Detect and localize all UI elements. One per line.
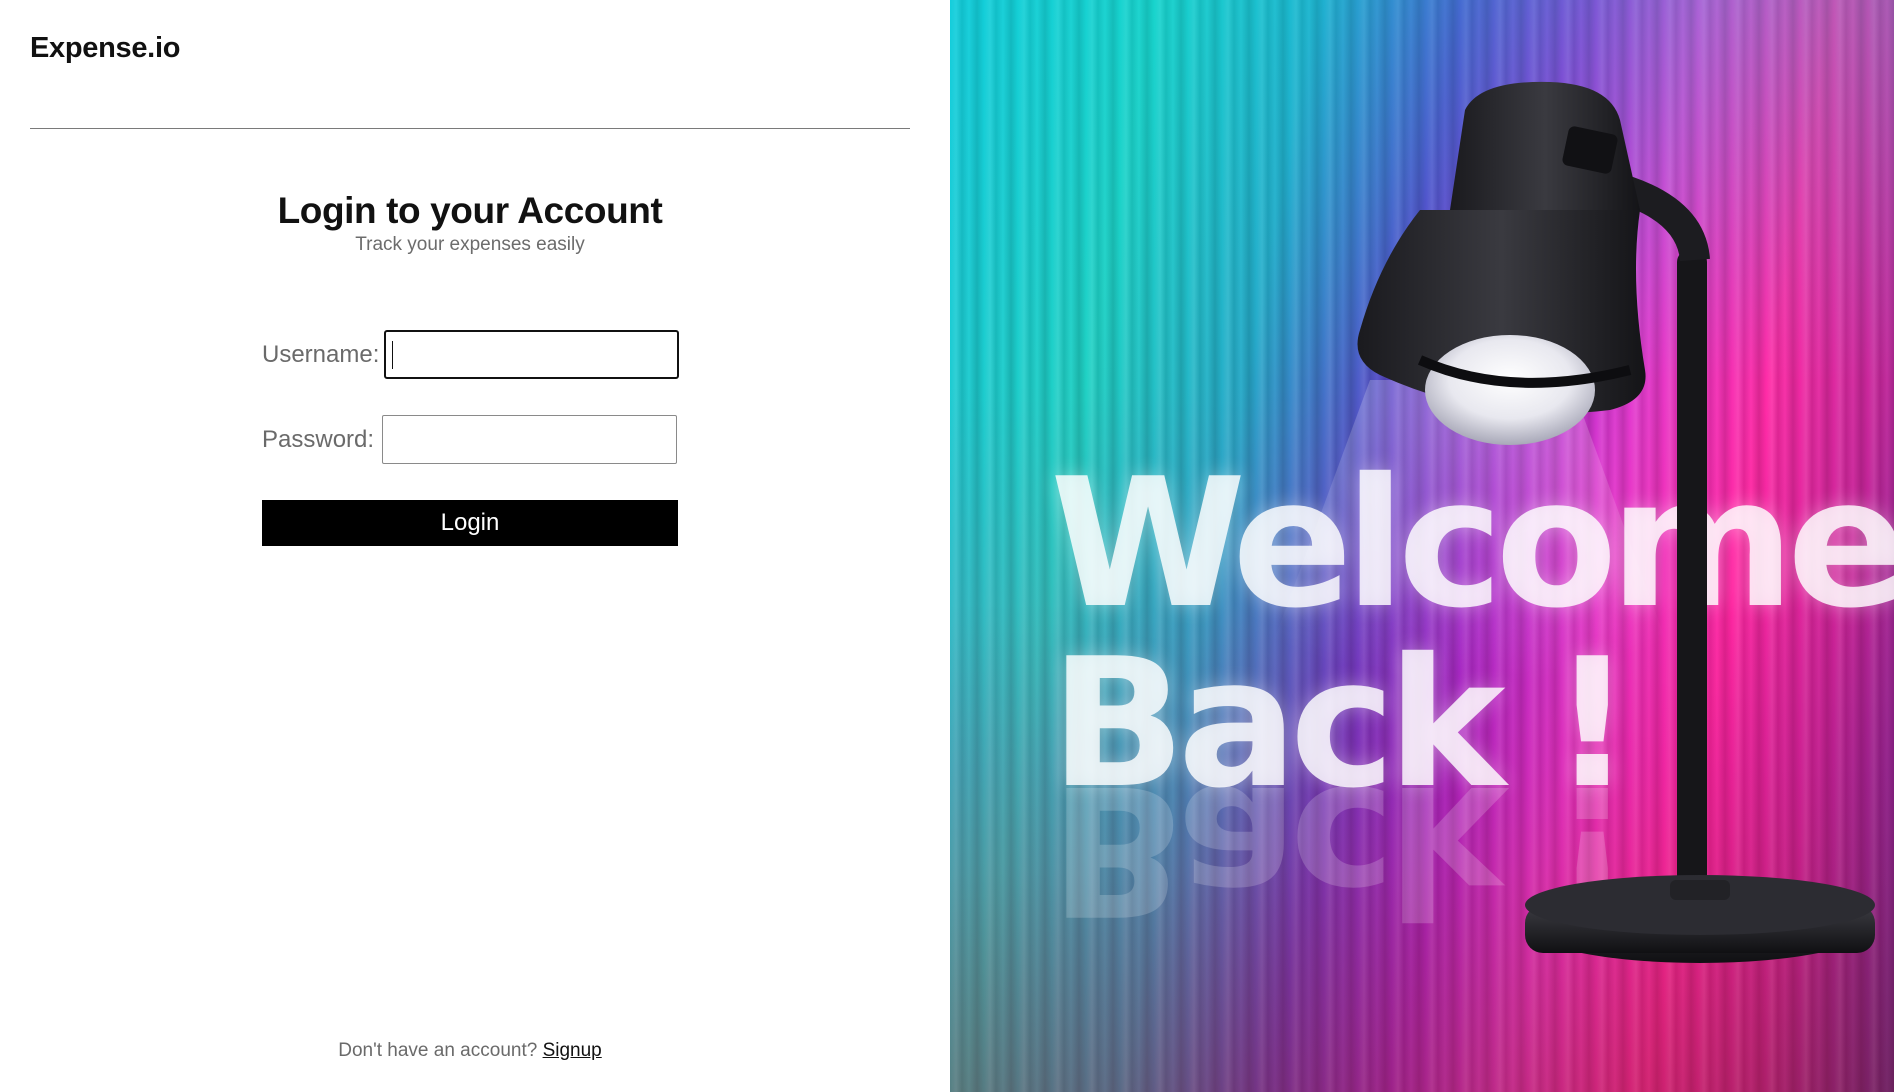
signup-prompt: Don't have an account? Signup <box>0 1040 940 1062</box>
username-row: Username: <box>262 330 679 379</box>
signup-link[interactable]: Signup <box>543 1040 602 1061</box>
page-title: Login to your Account <box>277 190 663 231</box>
password-row: Password: <box>262 415 677 464</box>
username-label: Username: <box>262 340 380 368</box>
username-input[interactable] <box>384 330 679 379</box>
hero-panel: Welcome Back ! Back ! <box>950 0 1894 1092</box>
login-button[interactable]: Login <box>262 500 678 546</box>
signup-prompt-text: Don't have an account? <box>338 1040 538 1061</box>
password-label: Password: <box>262 425 375 453</box>
header-divider <box>30 128 910 129</box>
login-page: Expense.io Login to your Account Track y… <box>0 0 1894 1092</box>
page-subtitle: Track your expenses easily <box>355 234 585 255</box>
text-caret <box>392 341 393 369</box>
password-input[interactable] <box>382 415 677 464</box>
desk-lamp-icon <box>1230 81 1875 963</box>
brand-logo[interactable]: Expense.io <box>30 32 180 65</box>
login-panel: Expense.io Login to your Account Track y… <box>0 0 950 1092</box>
